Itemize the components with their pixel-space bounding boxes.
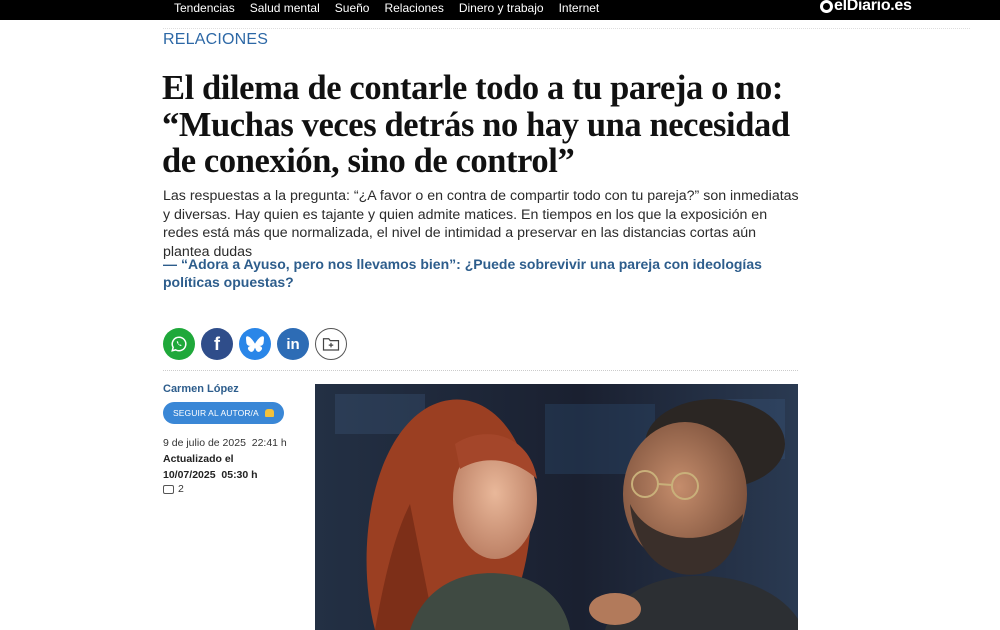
related-article-link[interactable]: — “Adora a Ayuso, pero nos llevamos bien”…	[163, 255, 793, 291]
comments-count: 2	[178, 483, 184, 495]
nav-item-relaciones[interactable]: Relaciones	[384, 2, 443, 14]
share-linkedin-button[interactable]: in	[277, 328, 309, 360]
facebook-icon: f	[214, 333, 220, 354]
whatsapp-icon	[171, 336, 187, 352]
bell-icon	[264, 409, 274, 417]
publish-date: 9 de julio de 2025 22:41 h	[163, 437, 287, 449]
updated-date: 10/07/2025 05:30 h	[163, 468, 258, 481]
article-title: El dilema de contarle todo a tu pareja o…	[162, 69, 790, 180]
logo-text: elDiario.es	[834, 0, 912, 14]
bluesky-icon	[246, 336, 264, 352]
comments-link[interactable]: 2	[163, 483, 184, 495]
article-lead: Las respuestas a la pregunta: “¿A favor …	[163, 188, 799, 260]
share-bar: f in	[163, 328, 353, 360]
related-article-text: “Adora a Ayuso, pero nos llevamos bien”:…	[163, 256, 762, 290]
nav-item-tendencias[interactable]: Tendencias	[174, 2, 235, 14]
top-nav-bar: Tendencias Salud mental Sueño Relaciones…	[0, 0, 1000, 20]
comment-bubble-icon	[163, 484, 174, 494]
updated-label: Actualizado el	[163, 453, 234, 465]
follow-author-button[interactable]: SEGUIR AL AUTOR/A	[163, 402, 284, 424]
section-nav: Tendencias Salud mental Sueño Relaciones…	[174, 0, 614, 20]
related-dash: —	[163, 256, 177, 272]
share-divider	[163, 370, 798, 371]
article-photo[interactable]	[315, 384, 798, 630]
share-whatsapp-button[interactable]	[163, 328, 195, 360]
couple-photo	[315, 384, 798, 630]
author-name[interactable]: Carmen López	[163, 383, 239, 395]
share-bluesky-button[interactable]	[239, 328, 271, 360]
follow-author-label: SEGUIR AL AUTOR/A	[173, 408, 259, 418]
save-folder-icon	[322, 338, 340, 351]
nav-item-dinero-y-trabajo[interactable]: Dinero y trabajo	[459, 2, 544, 14]
updated-info: Actualizado el 10/07/2025 05:30 h	[163, 452, 303, 483]
section-label[interactable]: RELACIONES	[163, 31, 268, 49]
nav-item-internet[interactable]: Internet	[559, 2, 600, 14]
logo-ring-icon	[820, 0, 833, 13]
save-article-button[interactable]	[315, 328, 347, 360]
header-divider	[163, 28, 970, 29]
share-facebook-button[interactable]: f	[201, 328, 233, 360]
linkedin-icon: in	[286, 335, 300, 353]
site-logo[interactable]: elDiario.es	[820, 0, 912, 15]
nav-item-sueno[interactable]: Sueño	[335, 2, 370, 14]
nav-item-salud-mental[interactable]: Salud mental	[250, 2, 320, 14]
